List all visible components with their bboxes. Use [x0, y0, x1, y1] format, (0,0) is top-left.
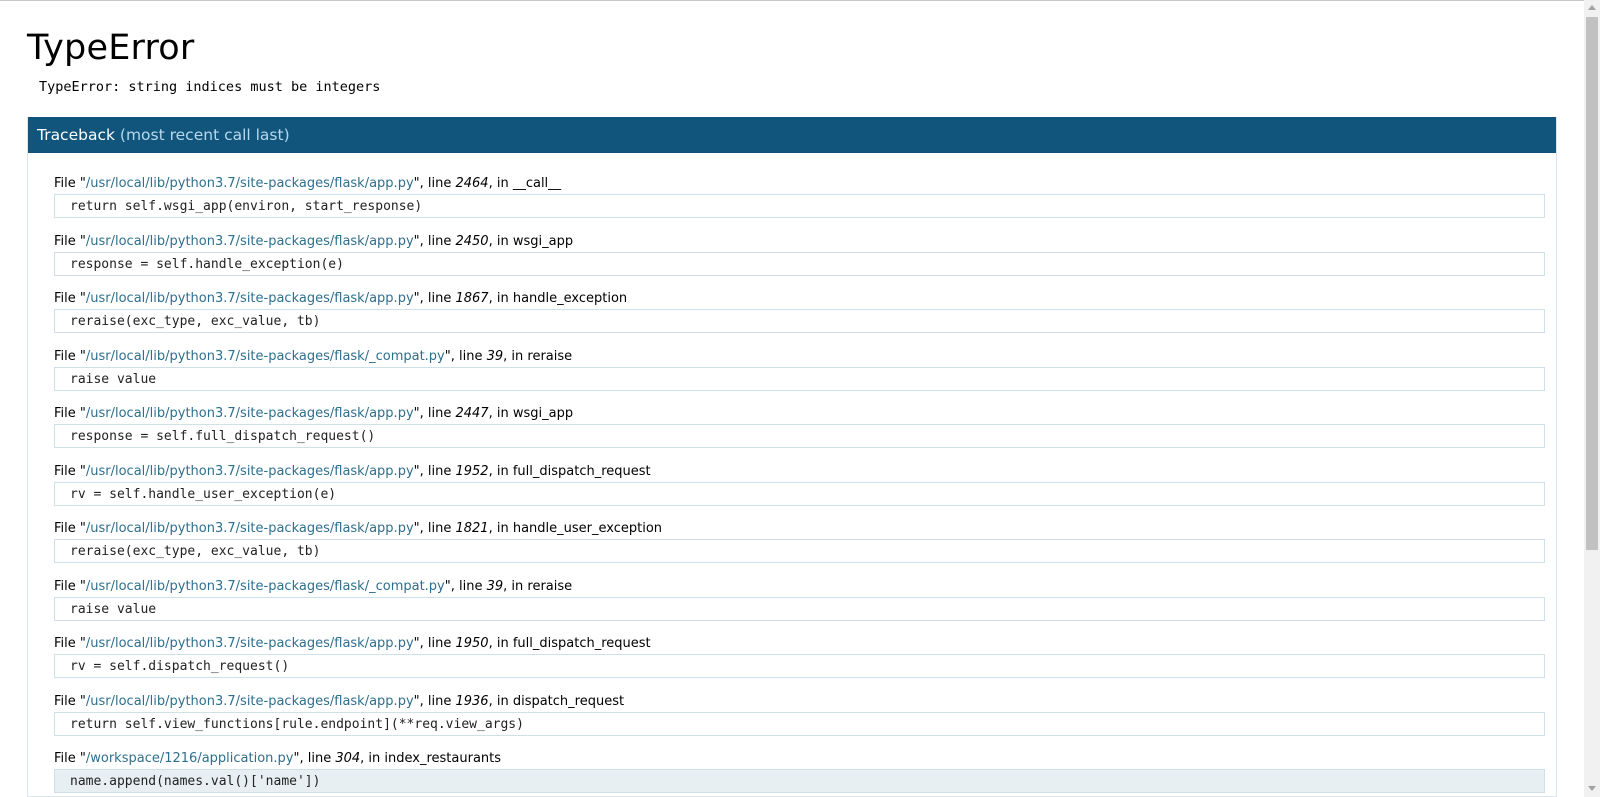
frame-location: File "/usr/local/lib/python3.7/site-pack… [54, 578, 573, 594]
frame-source-line[interactable]: reraise(exc_type, exc_value, tb) [54, 539, 1545, 563]
traceback-panel: Traceback (most recent call last) File "… [27, 117, 1557, 797]
frame-location: File "/usr/local/lib/python3.7/site-pack… [54, 348, 573, 364]
error-message: TypeError: string indices must be intege… [39, 79, 381, 95]
frame-file-path: /usr/local/lib/python3.7/site-packages/f… [85, 578, 445, 594]
frame-function-name: handle_exception [512, 291, 628, 306]
traceback-header: Traceback (most recent call last) [28, 117, 1556, 153]
frame-function-name: wsgi_app [512, 406, 574, 421]
frame-line-number: 2450 [455, 233, 489, 249]
frame-location: File "/usr/local/lib/python3.7/site-pack… [54, 693, 625, 709]
frame-file-path: /usr/local/lib/python3.7/site-packages/f… [85, 233, 414, 249]
traceback-label: Traceback [37, 126, 115, 144]
frame-list: File "/usr/local/lib/python3.7/site-pack… [28, 173, 1556, 796]
frame-location: File "/usr/local/lib/python3.7/site-pack… [54, 176, 562, 191]
scroll-up-icon[interactable] [1588, 5, 1596, 10]
frame-function-name: reraise [527, 578, 573, 594]
traceback-sub-label: (most recent call last) [119, 126, 290, 144]
frame-line-number: 2447 [455, 406, 489, 421]
traceback-frame[interactable]: File "/usr/local/lib/python3.7/site-pack… [54, 518, 1545, 576]
frame-source-line[interactable]: response = self.handle_exception(e) [54, 251, 1545, 276]
traceback-frame[interactable]: File "/usr/local/lib/python3.7/site-pack… [54, 461, 1545, 519]
frame-source-line[interactable]: return self.wsgi_app(environ, start_resp… [54, 194, 1545, 218]
frame-file-path: /usr/local/lib/python3.7/site-packages/f… [85, 291, 414, 306]
frame-function-name: dispatch_request [512, 693, 625, 709]
frame-source-line[interactable]: raise value [54, 366, 1545, 391]
frame-location: File "/workspace/1216/application.py", l… [54, 751, 502, 766]
frame-file-path: /usr/local/lib/python3.7/site-packages/f… [85, 636, 414, 651]
frame-file-path: /usr/local/lib/python3.7/site-packages/f… [85, 463, 414, 479]
frame-line-number: 304 [335, 751, 361, 766]
traceback-frame[interactable]: File "/usr/local/lib/python3.7/site-pack… [54, 576, 1545, 634]
frame-line-number: 39 [486, 348, 504, 364]
frame-line-number: 1950 [455, 636, 489, 651]
frame-function-name: full_dispatch_request [512, 636, 651, 651]
frame-function-name: __call__ [512, 176, 562, 191]
frame-location: File "/usr/local/lib/python3.7/site-pack… [54, 406, 574, 421]
frame-source-line[interactable]: rv = self.dispatch_request() [54, 654, 1545, 678]
frame-line-number: 1936 [455, 693, 489, 709]
frame-location: File "/usr/local/lib/python3.7/site-pack… [54, 291, 628, 306]
scrollbar-thumb[interactable] [1586, 17, 1598, 550]
frame-line-number: 2464 [455, 176, 489, 191]
frame-location: File "/usr/local/lib/python3.7/site-pack… [54, 636, 651, 651]
frame-file-path: /usr/local/lib/python3.7/site-packages/f… [85, 406, 414, 421]
frame-source-line[interactable]: rv = self.handle_user_exception(e) [54, 481, 1545, 506]
frame-function-name: reraise [527, 348, 573, 364]
frame-location: File "/usr/local/lib/python3.7/site-pack… [54, 233, 574, 249]
frame-function-name: index_restaurants [384, 751, 502, 766]
frame-source-line[interactable]: raise value [54, 596, 1545, 621]
frame-source-line[interactable]: response = self.full_dispatch_request() [54, 424, 1545, 448]
traceback-frame[interactable]: File "/usr/local/lib/python3.7/site-pack… [54, 633, 1545, 691]
frame-function-name: handle_user_exception [512, 521, 663, 536]
frame-function-name: full_dispatch_request [512, 463, 651, 479]
frame-file-path: /usr/local/lib/python3.7/site-packages/f… [85, 176, 414, 191]
frame-line-number: 1952 [455, 463, 489, 479]
frame-source-line[interactable]: reraise(exc_type, exc_value, tb) [54, 309, 1545, 333]
traceback-frame[interactable]: File "/usr/local/lib/python3.7/site-pack… [54, 288, 1545, 346]
page-title: TypeError [27, 28, 195, 68]
scroll-down-icon[interactable] [1588, 786, 1596, 791]
traceback-frame[interactable]: File "/usr/local/lib/python3.7/site-pack… [54, 346, 1545, 404]
frame-source-line[interactable]: name.append(names.val()['name']) [54, 769, 1545, 793]
frame-function-name: wsgi_app [512, 233, 574, 249]
traceback-frame[interactable]: File "/usr/local/lib/python3.7/site-pack… [54, 173, 1545, 231]
top-border [0, 0, 1584, 1]
frame-source-line[interactable]: return self.view_functions[rule.endpoint… [54, 711, 1545, 736]
frame-line-number: 1821 [455, 521, 489, 536]
frame-location: File "/usr/local/lib/python3.7/site-pack… [54, 521, 663, 536]
frame-file-path: /usr/local/lib/python3.7/site-packages/f… [85, 348, 445, 364]
frame-file-path: /usr/local/lib/python3.7/site-packages/f… [85, 693, 414, 709]
frame-file-path: /usr/local/lib/python3.7/site-packages/f… [85, 521, 414, 536]
traceback-frame[interactable]: File "/usr/local/lib/python3.7/site-pack… [54, 691, 1545, 749]
frame-line-number: 39 [486, 578, 504, 594]
vertical-scrollbar[interactable] [1584, 0, 1600, 797]
traceback-frame[interactable]: File "/usr/local/lib/python3.7/site-pack… [54, 231, 1545, 289]
frame-file-path: /workspace/1216/application.py [85, 751, 294, 766]
traceback-frame[interactable]: File "/workspace/1216/application.py", l… [54, 748, 1545, 796]
frame-line-number: 1867 [455, 291, 489, 306]
frame-location: File "/usr/local/lib/python3.7/site-pack… [54, 463, 651, 479]
traceback-frame[interactable]: File "/usr/local/lib/python3.7/site-pack… [54, 403, 1545, 461]
